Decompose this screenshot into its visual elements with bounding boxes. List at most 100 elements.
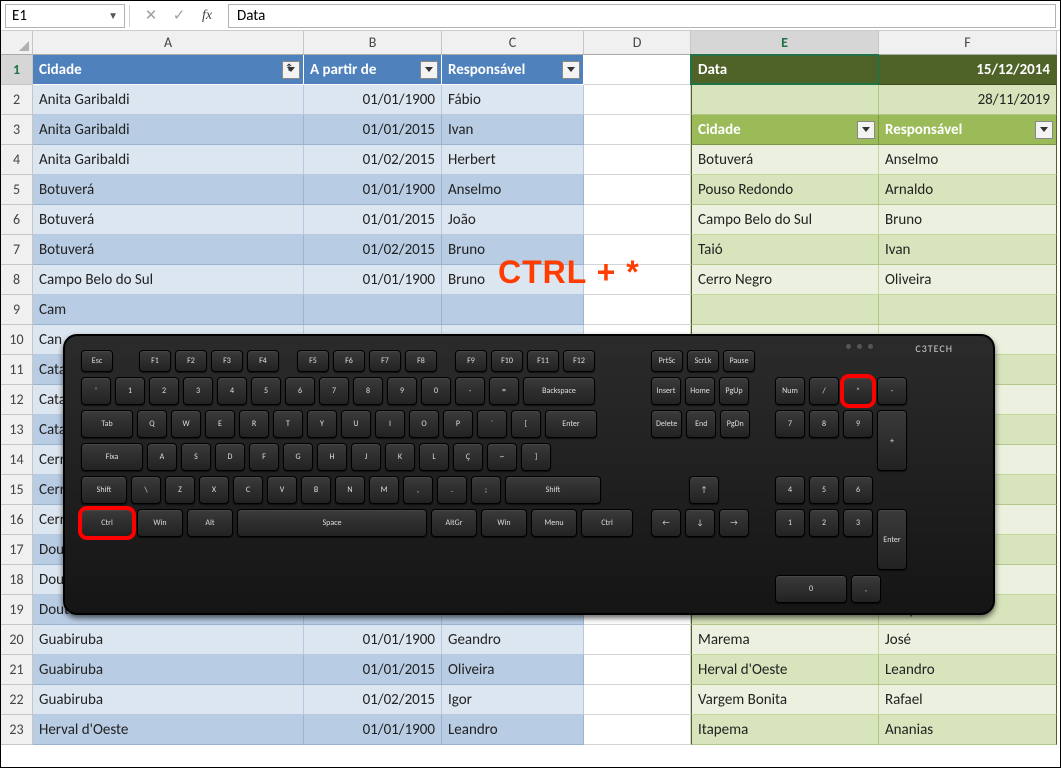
row-header-2[interactable]: 2 — [1, 85, 33, 115]
cell[interactable]: Cidade — [691, 115, 879, 145]
cell[interactable]: Responsável — [442, 55, 584, 85]
cell[interactable]: 01/02/2015 — [304, 145, 442, 175]
cell[interactable]: Herval d'Oeste — [33, 715, 304, 745]
row-header-10[interactable]: 10 — [1, 325, 33, 355]
row-header-5[interactable]: 5 — [1, 175, 33, 205]
cell[interactable]: Botuverá — [33, 205, 304, 235]
cell[interactable]: Cerro Negro — [691, 265, 879, 295]
cell[interactable] — [584, 715, 691, 745]
cell[interactable]: 01/01/2015 — [304, 205, 442, 235]
cell[interactable]: 01/01/1900 — [304, 175, 442, 205]
cell[interactable]: Responsável — [879, 115, 1057, 145]
row-header-13[interactable]: 13 — [1, 415, 33, 445]
cell[interactable]: Anita Garibaldi — [33, 115, 304, 145]
cell[interactable]: A partir de — [304, 55, 442, 85]
cell[interactable]: Pouso Redondo — [691, 175, 879, 205]
filter-dropdown-button[interactable] — [1035, 121, 1053, 139]
cancel-button[interactable]: ✕ — [138, 4, 164, 28]
cell[interactable]: 15/12/2014 — [879, 55, 1057, 85]
name-box-dropdown-icon[interactable]: ▼ — [108, 9, 118, 22]
cell[interactable] — [304, 295, 442, 325]
cell[interactable]: Guabiruba — [33, 685, 304, 715]
cell[interactable]: Igor — [442, 685, 584, 715]
row-header-15[interactable]: 15 — [1, 475, 33, 505]
cell[interactable] — [584, 115, 691, 145]
row-header-12[interactable]: 12 — [1, 385, 33, 415]
cell[interactable]: Arnaldo — [879, 175, 1057, 205]
col-header-F[interactable]: F — [879, 31, 1057, 55]
cell[interactable] — [879, 295, 1057, 325]
cell[interactable]: Ananias — [879, 715, 1057, 745]
cell[interactable]: Leandro — [879, 655, 1057, 685]
cell[interactable] — [584, 55, 691, 85]
cell[interactable] — [584, 85, 691, 115]
cell[interactable] — [584, 145, 691, 175]
row-header-19[interactable]: 19 — [1, 595, 33, 625]
col-header-A[interactable]: A — [33, 31, 304, 55]
cell[interactable]: Geandro — [442, 625, 584, 655]
cell[interactable]: Anselmo — [879, 145, 1057, 175]
row-header-8[interactable]: 8 — [1, 265, 33, 295]
cell[interactable]: Anita Garibaldi — [33, 85, 304, 115]
cell[interactable] — [584, 205, 691, 235]
row-header-1[interactable]: 1 — [1, 55, 33, 85]
cell[interactable] — [584, 655, 691, 685]
row-header-9[interactable]: 9 — [1, 295, 33, 325]
filter-dropdown-button[interactable] — [562, 61, 580, 79]
col-header-D[interactable]: D — [584, 31, 691, 55]
row-header-20[interactable]: 20 — [1, 625, 33, 655]
cell[interactable]: 01/01/1900 — [304, 715, 442, 745]
cell[interactable]: Oliveira — [879, 265, 1057, 295]
filter-dropdown-button[interactable] — [857, 121, 875, 139]
cell[interactable] — [584, 175, 691, 205]
cell[interactable]: Rafael — [879, 685, 1057, 715]
row-header-11[interactable]: 11 — [1, 355, 33, 385]
cell[interactable]: Taió — [691, 235, 879, 265]
cell[interactable]: 01/01/2015 — [304, 115, 442, 145]
cell[interactable]: Oliveira — [442, 655, 584, 685]
name-box[interactable]: E1 ▼ — [5, 4, 125, 28]
cell[interactable] — [691, 295, 879, 325]
cell[interactable]: Botuverá — [33, 175, 304, 205]
col-header-E[interactable]: E — [691, 31, 879, 55]
cell[interactable]: Vargem Bonita — [691, 685, 879, 715]
cell[interactable]: Guabiruba — [33, 625, 304, 655]
col-header-B[interactable]: B — [304, 31, 442, 55]
cell[interactable] — [584, 625, 691, 655]
cell[interactable]: Herval d'Oeste — [691, 655, 879, 685]
cell[interactable]: Fábio — [442, 85, 584, 115]
col-header-C[interactable]: C — [442, 31, 584, 55]
cell[interactable]: 01/01/2015 — [304, 655, 442, 685]
cell[interactable]: 28/11/2019 — [879, 85, 1057, 115]
enter-button[interactable]: ✓ — [166, 4, 192, 28]
cell[interactable]: Cidade — [33, 55, 304, 85]
cell[interactable]: 01/01/1900 — [304, 625, 442, 655]
formula-input[interactable]: Data — [228, 4, 1056, 28]
cell[interactable]: Herbert — [442, 145, 584, 175]
cell[interactable]: Botuverá — [691, 145, 879, 175]
cell[interactable] — [584, 685, 691, 715]
cell[interactable]: 01/02/2015 — [304, 235, 442, 265]
cell[interactable]: José — [879, 625, 1057, 655]
cell[interactable] — [442, 295, 584, 325]
cell[interactable]: Cam — [33, 295, 304, 325]
row-header-21[interactable]: 21 — [1, 655, 33, 685]
row-header-18[interactable]: 18 — [1, 565, 33, 595]
row-header-23[interactable]: 23 — [1, 715, 33, 745]
cell[interactable] — [691, 85, 879, 115]
cell[interactable] — [584, 295, 691, 325]
cell[interactable]: 01/02/2015 — [304, 685, 442, 715]
filter-dropdown-button[interactable] — [282, 61, 300, 79]
row-header-22[interactable]: 22 — [1, 685, 33, 715]
cell[interactable]: Ivan — [879, 235, 1057, 265]
filter-dropdown-button[interactable] — [420, 61, 438, 79]
row-header-16[interactable]: 16 — [1, 505, 33, 535]
cell[interactable]: Ivan — [442, 115, 584, 145]
cell[interactable]: Leandro — [442, 715, 584, 745]
cell[interactable]: Campo Belo do Sul — [33, 265, 304, 295]
row-header-4[interactable]: 4 — [1, 145, 33, 175]
row-header-7[interactable]: 7 — [1, 235, 33, 265]
row-header-17[interactable]: 17 — [1, 535, 33, 565]
fx-button[interactable]: fx — [194, 4, 220, 28]
row-header-6[interactable]: 6 — [1, 205, 33, 235]
